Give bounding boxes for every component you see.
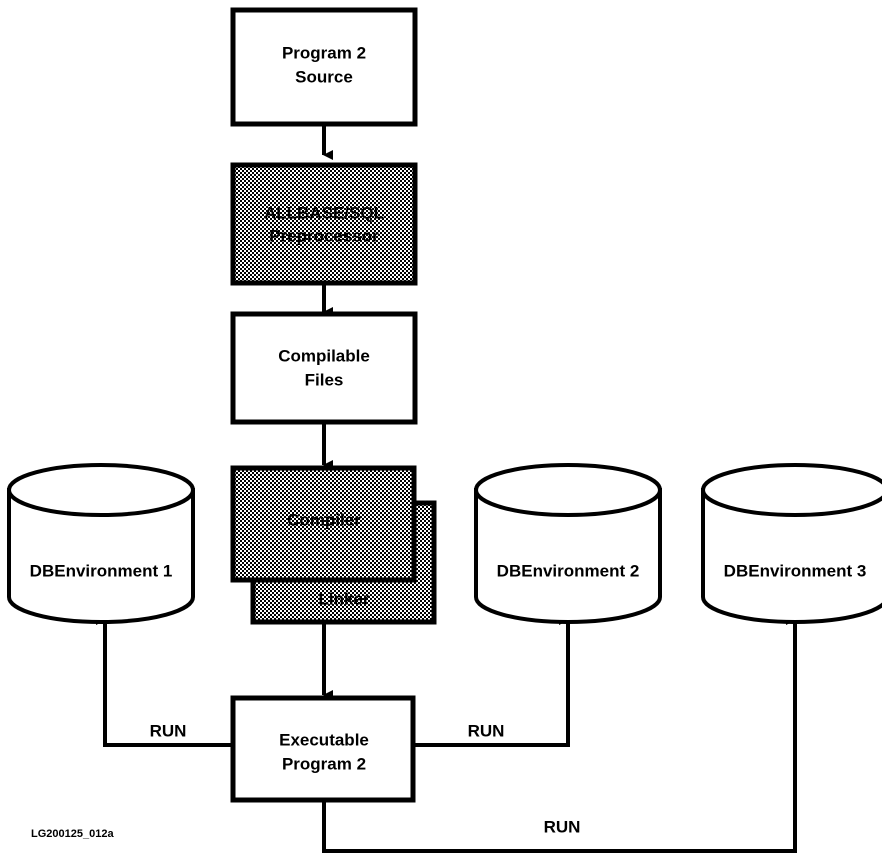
compiler-label: Compiler — [287, 510, 361, 529]
dbenv3-label: DBEnvironment 3 — [724, 561, 867, 580]
node-dbenv3[interactable]: DBEnvironment 3 — [701, 463, 882, 624]
compilable-files-label-line2: Files — [305, 370, 344, 389]
edge-label-run-dbenv1: RUN — [150, 721, 187, 740]
program-source-label-line1: Program 2 — [282, 43, 366, 62]
edge-label-run-dbenv2: RUN — [468, 721, 505, 740]
node-dbenv2[interactable]: DBEnvironment 2 — [474, 463, 662, 624]
edge-label-run-dbenv3: RUN — [544, 817, 581, 836]
node-compiler[interactable]: Compiler — [230, 465, 417, 583]
program-source-label-line2: Source — [295, 67, 353, 86]
executable-program-label-line2: Program 2 — [282, 754, 366, 773]
node-compilable-files[interactable]: Compilable Files — [230, 311, 418, 425]
preprocessor-label-line1: ALLBASE/SQL — [264, 203, 384, 222]
preprocessor-label-line2: Preprocessor — [269, 226, 379, 245]
diagram-canvas: RUN RUN RUN Program 2 Source ALLBASE/SQL… — [0, 0, 882, 861]
linker-label: Linker — [318, 589, 369, 608]
node-dbenv1[interactable]: DBEnvironment 1 — [7, 463, 195, 624]
node-executable-program[interactable]: Executable Program 2 — [230, 695, 416, 803]
node-preprocessor[interactable]: ALLBASE/SQL Preprocessor — [230, 162, 418, 286]
process-flow-diagram: RUN RUN RUN Program 2 Source ALLBASE/SQL… — [7, 7, 882, 853]
edge-executable-to-dbenv2: RUN — [413, 615, 570, 747]
dbenv1-cylinder-top — [7, 463, 195, 517]
dbenv3-cylinder-top — [701, 463, 882, 517]
executable-program-label-line1: Executable — [279, 730, 369, 749]
preprocessor-box[interactable] — [230, 162, 418, 286]
dbenv2-label: DBEnvironment 2 — [497, 561, 640, 580]
node-program-source[interactable]: Program 2 Source — [230, 7, 418, 127]
dbenv1-label: DBEnvironment 1 — [30, 561, 173, 580]
dbenv2-cylinder-top — [474, 463, 662, 517]
compilable-files-box[interactable] — [230, 311, 418, 425]
compilable-files-label-line1: Compilable — [278, 346, 370, 365]
figure-caption: LG200125_012a — [31, 828, 114, 840]
edge-executable-to-dbenv1: RUN — [96, 615, 233, 747]
